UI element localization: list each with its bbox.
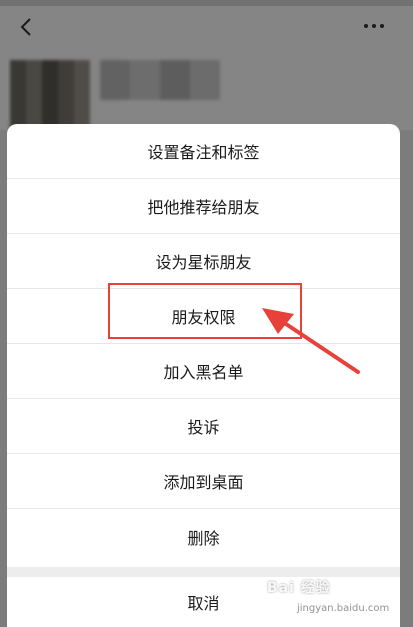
menu-item-report[interactable]: 投诉 <box>7 399 400 454</box>
menu-item-star-friend[interactable]: 设为星标朋友 <box>7 234 400 289</box>
menu-item-recommend-friend[interactable]: 把他推荐给朋友 <box>7 179 400 234</box>
watermark-brand: Bai 经验 <box>267 580 331 596</box>
red-arrow-icon <box>262 308 360 374</box>
watermark-url: jingyan.baidu.com <box>297 603 390 614</box>
menu-item-delete[interactable]: 删除 <box>7 509 400 564</box>
menu-item-set-remark[interactable]: 设置备注和标签 <box>7 124 400 179</box>
sheet-divider-gap <box>7 567 400 577</box>
watermark: Bai 经验 jingyan.baidu.com <box>267 577 407 621</box>
screen: 设置备注和标签 把他推荐给朋友 设为星标朋友 朋友权限 加入黑名单 投诉 添加到… <box>0 0 413 627</box>
menu-item-add-to-desktop[interactable]: 添加到桌面 <box>7 454 400 509</box>
